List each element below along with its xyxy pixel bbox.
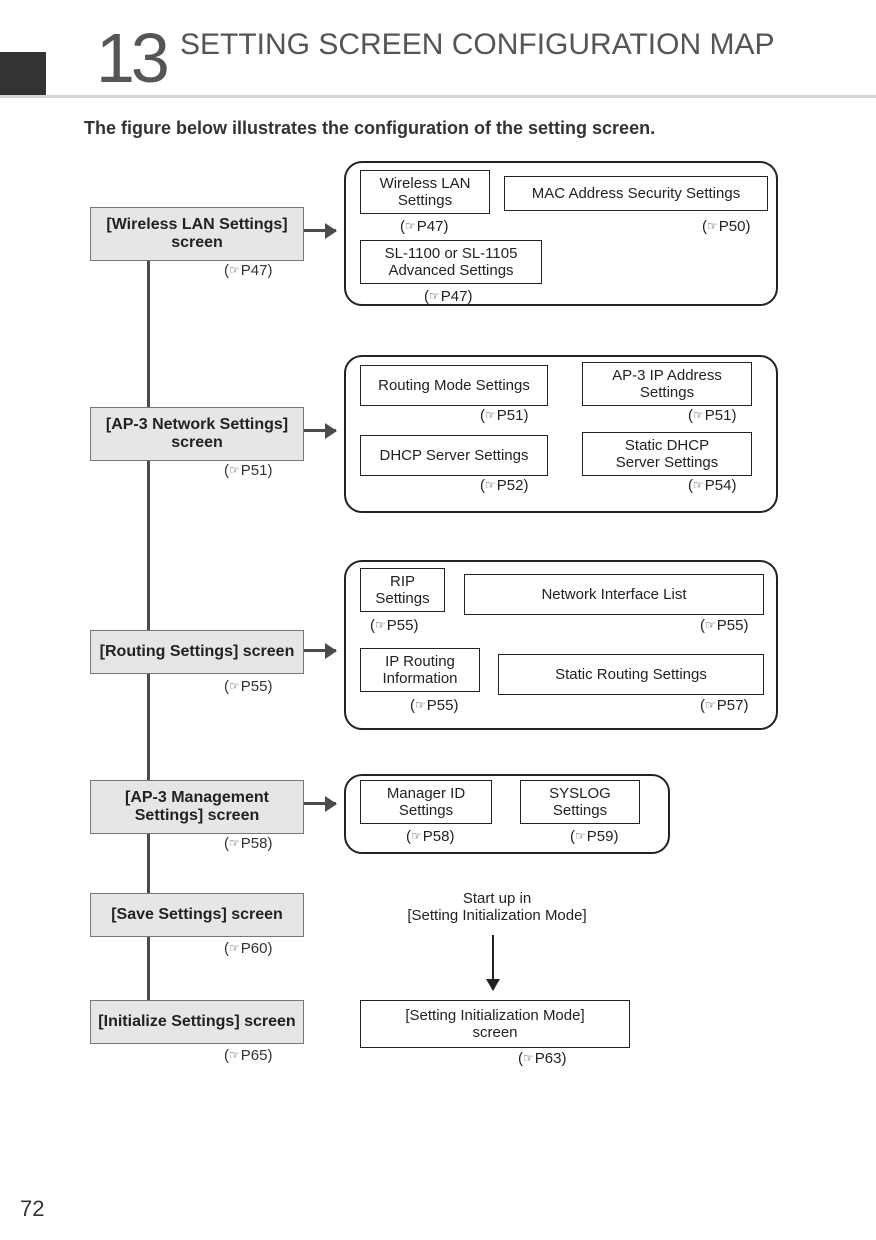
screen-save: [Save Settings] screen [90,893,304,937]
item-wlan-settings: Wireless LAN Settings [360,170,490,214]
ref-static-dhcp: (P54) [688,477,736,494]
startup-text: Start up in [Setting Initialization Mode… [382,890,612,924]
page-number: 72 [20,1196,44,1222]
ref-wlan: (P47) [224,262,272,279]
ref-wlan-settings: (P47) [400,218,448,235]
ref-syslog: (P59) [570,828,618,845]
item-rip: RIP Settings [360,568,445,612]
ref-mac-security: (P50) [702,218,750,235]
chapter-tab [0,52,46,96]
ref-ip-routing-info: (P55) [410,697,458,714]
arrow-wlan [304,229,336,232]
item-static-routing: Static Routing Settings [498,654,764,695]
arrow-routing [304,649,336,652]
item-ap3-ip: AP-3 IP Address Settings [582,362,752,406]
header-rule [0,95,876,98]
ref-init-mode: (P63) [518,1050,566,1067]
ref-manager-id: (P58) [406,828,454,845]
ref-mgmt: (P58) [224,835,272,852]
screen-wlan: [Wireless LAN Settings] screen [90,207,304,261]
item-nic-list: Network Interface List [464,574,764,615]
arrow-network [304,429,336,432]
ref-rip: (P55) [370,617,418,634]
chapter-title: SETTING SCREEN CONFIGURATION MAP [180,28,774,62]
ref-routing: (P55) [224,678,272,695]
ref-network: (P51) [224,462,272,479]
ref-static-routing: (P57) [700,697,748,714]
item-syslog: SYSLOG Settings [520,780,640,824]
screen-mgmt: [AP-3 Management Settings] screen [90,780,304,834]
ref-nic-list: (P55) [700,617,748,634]
startup-arrow [492,935,494,990]
item-manager-id: Manager ID Settings [360,780,492,824]
ref-sl-advanced: (P47) [424,288,472,305]
screen-network: [AP-3 Network Settings] screen [90,407,304,461]
ref-save: (P60) [224,940,272,957]
arrow-mgmt [304,802,336,805]
item-dhcp: DHCP Server Settings [360,435,548,476]
item-mac-security: MAC Address Security Settings [504,176,768,211]
page-subtitle: The figure below illustrates the configu… [84,118,655,139]
chapter-number: 13 [96,18,166,98]
init-mode-box: [Setting Initialization Mode] screen [360,1000,630,1048]
item-static-dhcp: Static DHCP Server Settings [582,432,752,476]
ref-init: (P65) [224,1047,272,1064]
ref-dhcp: (P52) [480,477,528,494]
ref-routing-mode: (P51) [480,407,528,424]
screen-routing: [Routing Settings] screen [90,630,304,674]
page: 13 SETTING SCREEN CONFIGURATION MAP The … [0,0,876,1240]
ref-ap3-ip: (P51) [688,407,736,424]
screen-init: [Initialize Settings] screen [90,1000,304,1044]
item-ip-routing-info: IP Routing Information [360,648,480,692]
item-routing-mode: Routing Mode Settings [360,365,548,406]
item-sl-advanced: SL-1100 or SL-1105 Advanced Settings [360,240,542,284]
